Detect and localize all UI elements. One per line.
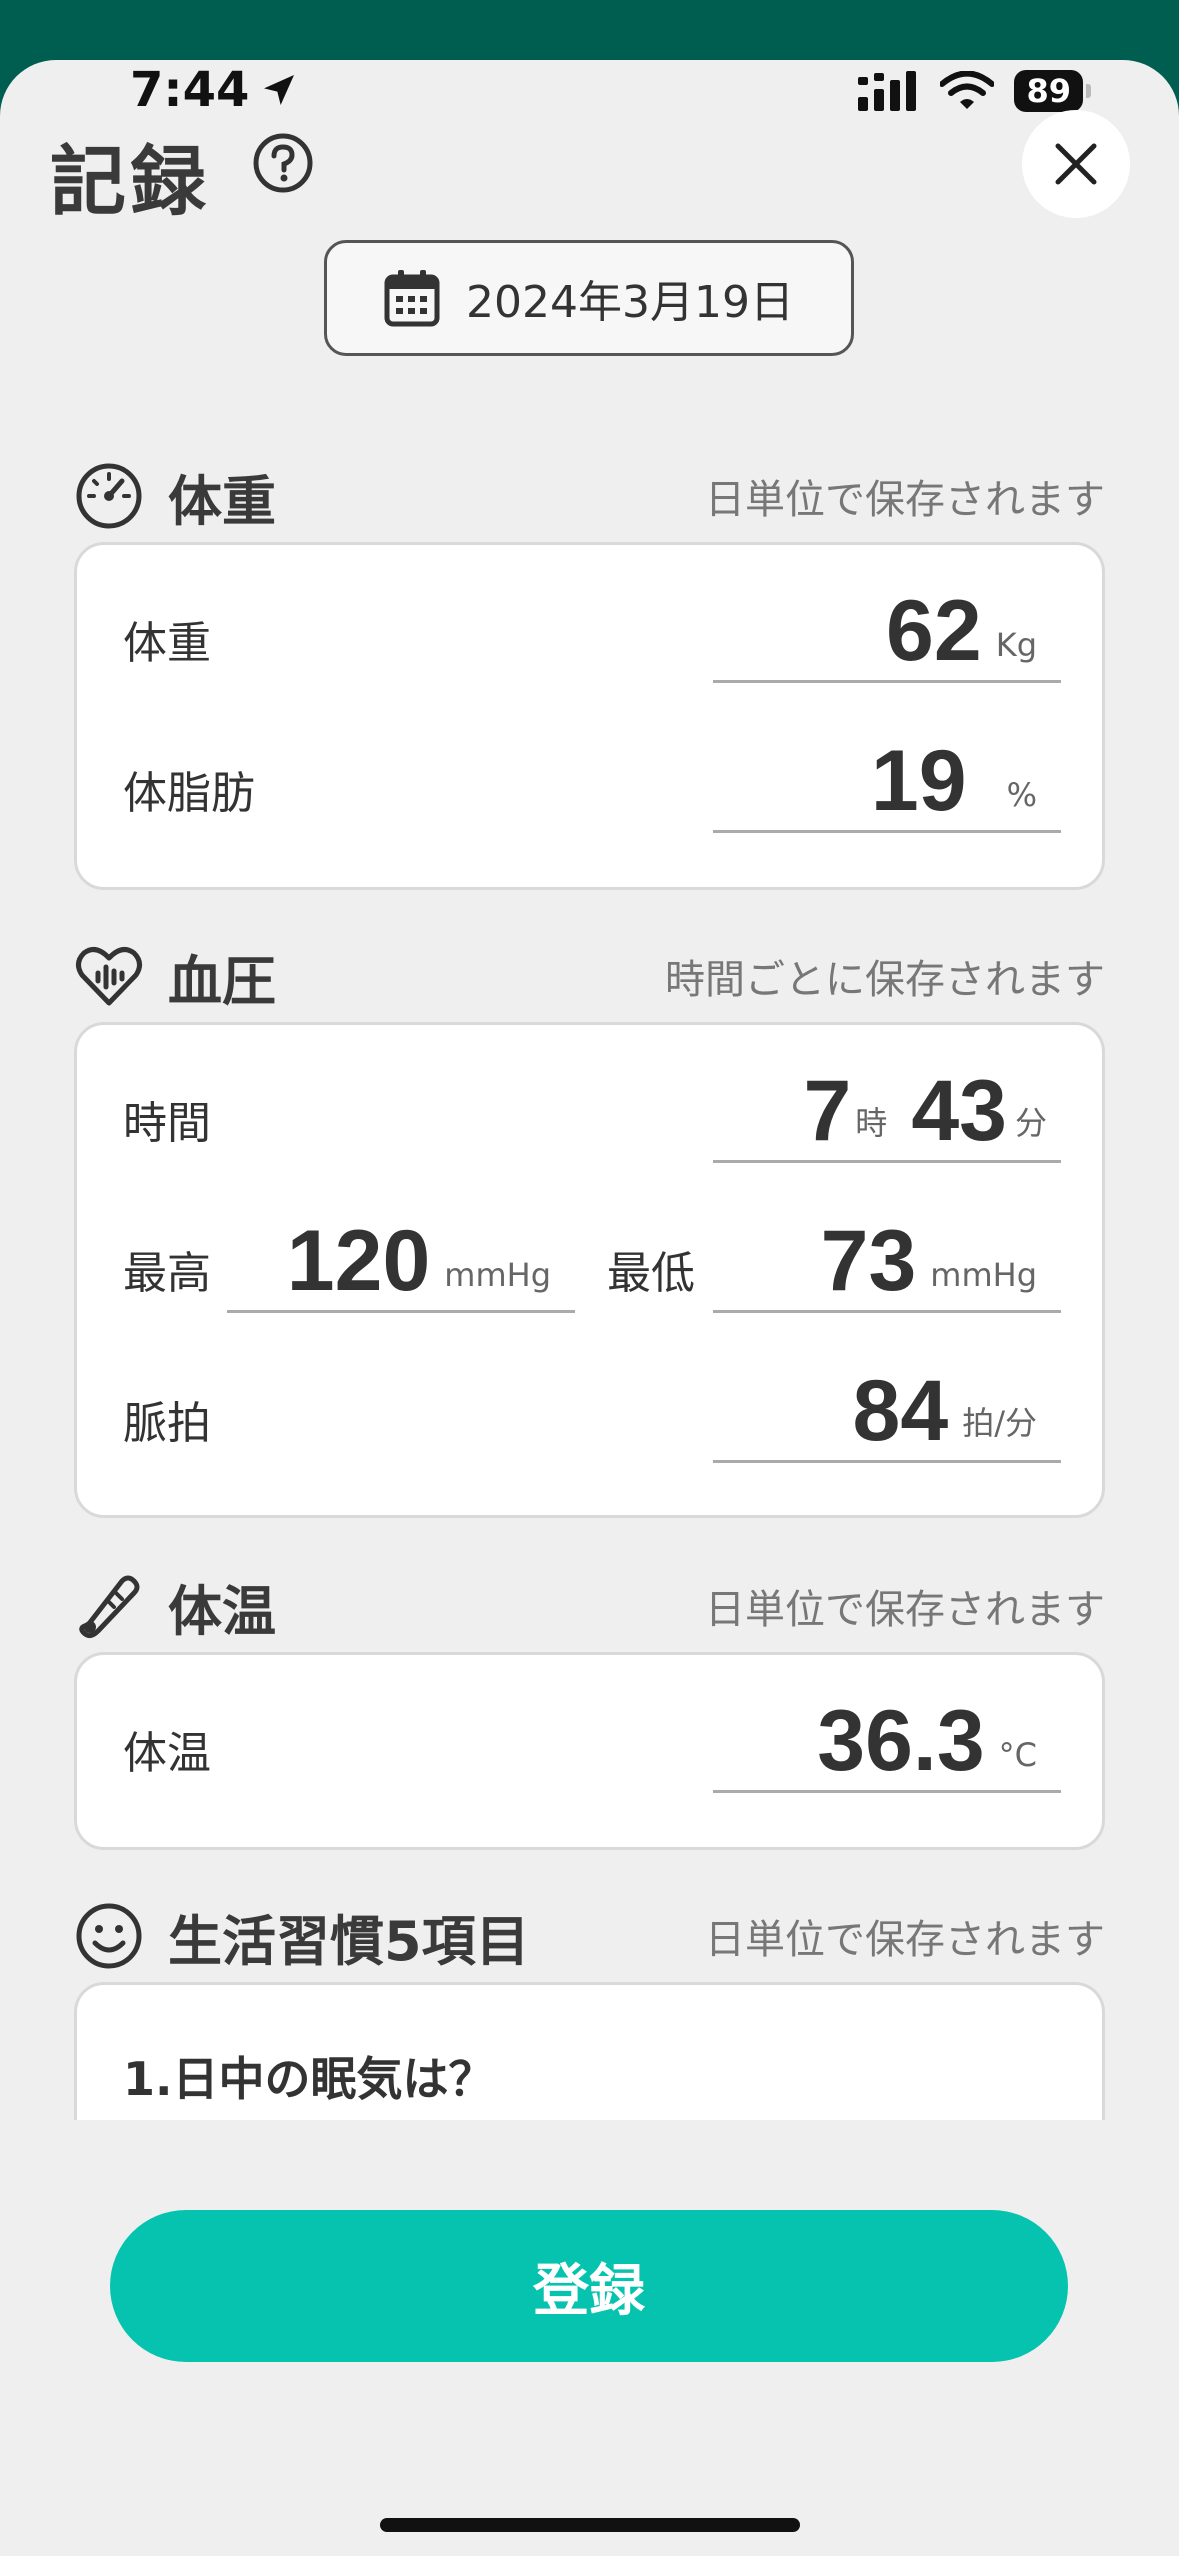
pulse-value: 84 [852, 1363, 949, 1459]
bp-card: 時間 7 時 43 分 最高 120 mmHg 最低 73 mmHg 脈拍 84 [74, 1022, 1105, 1518]
bp-time-input[interactable]: 7 時 43 分 [713, 1053, 1061, 1163]
cellular-signal-icon [858, 71, 917, 111]
temp-row: 体温 36.3 °C [77, 1677, 1102, 1807]
habit-question-1: 1.日中の眠気は？ [123, 2052, 495, 2106]
bp-high-input[interactable]: 120 mmHg [227, 1203, 575, 1313]
temp-section-header: 体温 日単位で保存されます [74, 1566, 1105, 1646]
habit-section-note: 日単位で保存されます [705, 1917, 1105, 1963]
body-fat-input[interactable]: 19 % [713, 723, 1061, 833]
heart-pulse-icon [76, 946, 142, 1006]
habit-section-title: 生活習慣5項目 [168, 1909, 530, 1973]
page-title: 記録 [50, 137, 210, 226]
battery-indicator: 89 [1014, 70, 1091, 112]
date-picker-button[interactable]: 2024年3月19日 [324, 240, 854, 356]
temp-label: 体温 [123, 1728, 211, 1779]
pulse-input[interactable]: 84 拍/分 [713, 1353, 1061, 1463]
close-icon [1055, 143, 1097, 185]
thermometer-icon [79, 1575, 140, 1639]
selected-date: 2024年3月19日 [466, 277, 794, 328]
pulse-unit: 拍/分 [962, 1404, 1037, 1442]
weight-section-header: 体重 日単位で保存されます [74, 456, 1105, 536]
bp-time-label: 時間 [123, 1098, 211, 1149]
temp-section-note: 日単位で保存されます [705, 1587, 1105, 1633]
weight-value: 62 [886, 583, 982, 679]
bp-section-note: 時間ごとに保存されます [665, 957, 1105, 1003]
location-arrow-icon [264, 75, 295, 105]
body-fat-row: 体脂肪 19 % [77, 717, 1102, 847]
bp-high-value: 120 [286, 1213, 431, 1309]
bp-minute-value: 43 [911, 1063, 1007, 1159]
smiley-face-icon [76, 1903, 142, 1969]
bp-time-row: 時間 7 時 43 分 [77, 1047, 1102, 1177]
weight-card: 体重 62 Kg 体脂肪 19 % [74, 542, 1105, 890]
close-button[interactable] [1022, 110, 1130, 218]
weight-unit: Kg [995, 626, 1037, 664]
bp-section-header: 血圧 時間ごとに保存されます [74, 936, 1105, 1016]
help-icon[interactable] [252, 132, 314, 194]
status-indicators: 89 [858, 70, 1091, 112]
bp-low-label: 最低 [607, 1248, 695, 1299]
temp-section-title: 体温 [168, 1579, 276, 1643]
register-button[interactable]: 登録 [110, 2210, 1068, 2362]
weight-row: 体重 62 Kg [77, 567, 1102, 697]
weight-input[interactable]: 62 Kg [713, 573, 1061, 683]
body-fat-unit: % [1006, 776, 1037, 814]
bp-pressure-row: 最高 120 mmHg 最低 73 mmHg [77, 1197, 1102, 1327]
habit-section-header: 生活習慣5項目 日単位で保存されます [74, 1896, 1105, 1976]
bp-low-input[interactable]: 73 mmHg [713, 1203, 1061, 1313]
bp-high-label: 最高 [123, 1248, 211, 1299]
bp-hour-value: 7 [803, 1063, 852, 1159]
scale-gauge-icon [76, 463, 142, 529]
temp-input[interactable]: 36.3 °C [713, 1683, 1061, 1793]
weight-label: 体重 [123, 618, 211, 669]
bp-section-title: 血圧 [168, 949, 276, 1013]
pulse-label: 脈拍 [123, 1398, 211, 1449]
temp-card: 体温 36.3 °C [74, 1652, 1105, 1850]
calendar-icon [384, 270, 440, 327]
bp-low-unit: mmHg [930, 1256, 1037, 1294]
temp-value: 36.3 [817, 1693, 985, 1789]
bp-minute-unit: 分 [1014, 1104, 1047, 1142]
bp-hour-unit: 時 [855, 1104, 888, 1142]
temp-unit: °C [998, 1736, 1037, 1774]
bp-low-value: 73 [820, 1213, 917, 1309]
bp-high-unit: mmHg [444, 1256, 551, 1294]
body-fat-value: 19 [870, 733, 967, 829]
weight-section-note: 日単位で保存されます [705, 477, 1105, 523]
record-sheet: 7:44 89 記録 2024年3月19日 体重 日単位で保存されます 体重 6… [0, 60, 1179, 2556]
home-indicator [380, 2518, 800, 2532]
body-fat-label: 体脂肪 [123, 768, 255, 819]
pulse-row: 脈拍 84 拍/分 [77, 1347, 1102, 1477]
wifi-icon [940, 71, 995, 109]
status-time: 7:44 [130, 62, 299, 118]
weight-section-title: 体重 [168, 469, 276, 533]
